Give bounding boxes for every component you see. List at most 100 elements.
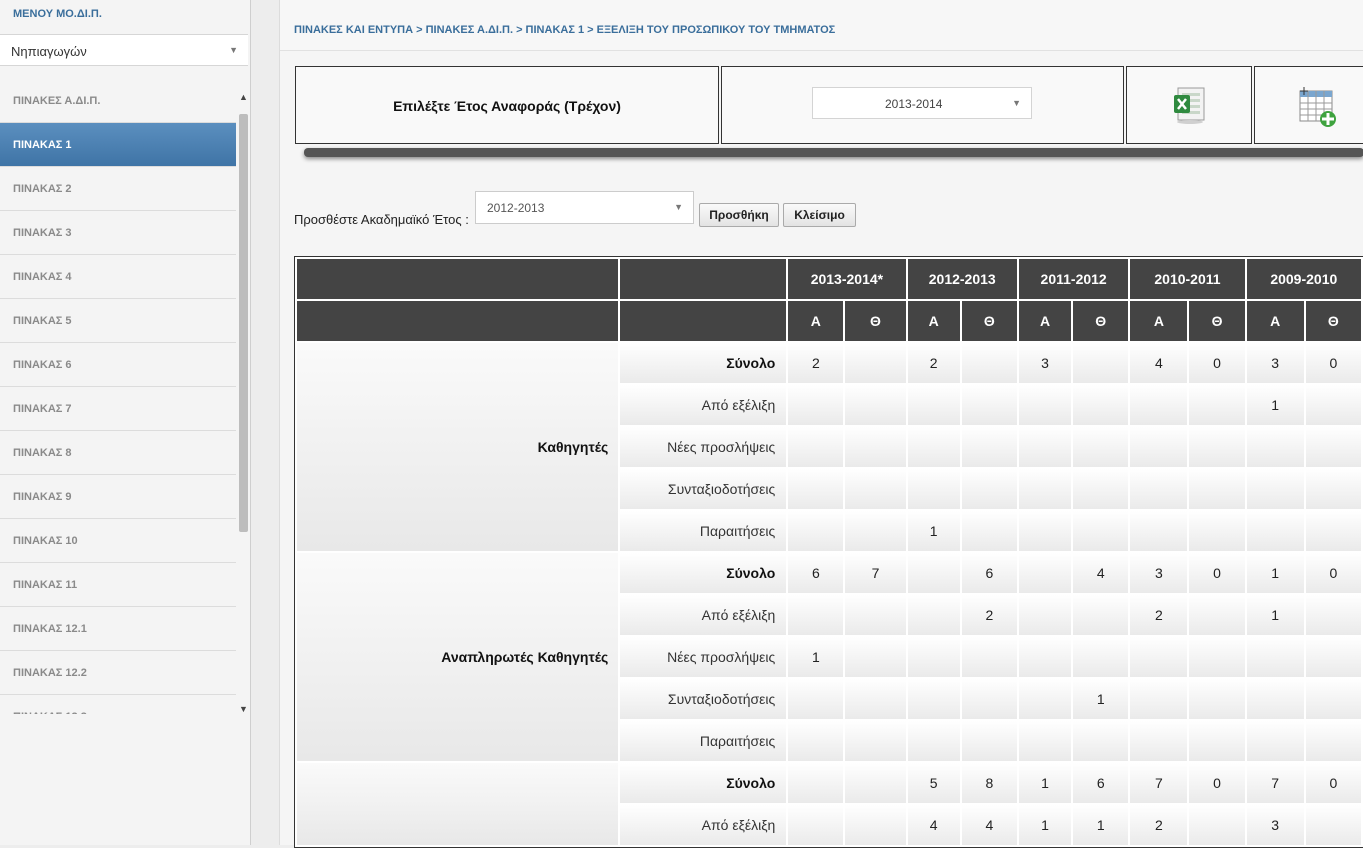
value-cell[interactable]: 1 <box>788 637 844 677</box>
value-cell[interactable]: 4 <box>907 805 960 845</box>
value-cell[interactable] <box>1189 595 1245 635</box>
value-cell[interactable] <box>1018 469 1072 509</box>
value-cell[interactable]: 1 <box>1073 805 1129 845</box>
value-cell[interactable]: 1 <box>1018 763 1072 803</box>
value-cell[interactable] <box>961 427 1017 467</box>
value-cell[interactable] <box>1018 595 1072 635</box>
value-cell[interactable] <box>1246 679 1304 719</box>
value-cell[interactable]: 2 <box>1130 595 1188 635</box>
value-cell[interactable] <box>1130 427 1188 467</box>
value-cell[interactable]: 7 <box>1246 763 1304 803</box>
value-cell[interactable] <box>1073 427 1129 467</box>
add-table-icon[interactable] <box>1298 87 1340 129</box>
value-cell[interactable]: 3 <box>1130 553 1188 593</box>
sidebar-item[interactable]: ΠΙΝΑΚΑΣ 7 <box>0 387 236 431</box>
value-cell[interactable] <box>1130 637 1188 677</box>
value-cell[interactable]: 0 <box>1305 763 1361 803</box>
value-cell[interactable] <box>788 385 844 425</box>
value-cell[interactable] <box>961 679 1017 719</box>
value-cell[interactable]: 3 <box>1246 805 1304 845</box>
value-cell[interactable]: 2 <box>907 343 960 383</box>
reference-year-select[interactable]: 2013-2014 ▼ <box>812 87 1032 119</box>
value-cell[interactable]: 0 <box>1189 343 1245 383</box>
value-cell[interactable] <box>907 637 960 677</box>
value-cell[interactable] <box>907 553 960 593</box>
excel-export-icon[interactable] <box>1172 85 1208 125</box>
value-cell[interactable] <box>1018 511 1072 551</box>
close-button[interactable]: Κλείσιμο <box>783 203 856 227</box>
value-cell[interactable] <box>1305 721 1361 761</box>
sidebar-item[interactable]: ΠΙΝΑΚΑΣ 6 <box>0 343 236 387</box>
value-cell[interactable] <box>1246 511 1304 551</box>
scroll-up-icon[interactable]: ▲ <box>239 92 248 102</box>
value-cell[interactable]: 6 <box>961 553 1017 593</box>
sidebar-scrollbar[interactable]: ▲ ▼ <box>237 92 250 714</box>
value-cell[interactable] <box>845 595 906 635</box>
value-cell[interactable] <box>1305 427 1361 467</box>
value-cell[interactable] <box>1130 469 1188 509</box>
value-cell[interactable] <box>1073 595 1129 635</box>
value-cell[interactable] <box>845 721 906 761</box>
value-cell[interactable] <box>1073 511 1129 551</box>
value-cell[interactable] <box>1130 679 1188 719</box>
value-cell[interactable] <box>788 721 844 761</box>
value-cell[interactable]: 3 <box>1018 343 1072 383</box>
value-cell[interactable] <box>788 805 844 845</box>
value-cell[interactable]: 2 <box>1130 805 1188 845</box>
sidebar-item[interactable]: ΠΙΝΑΚΑΣ 9 <box>0 475 236 519</box>
value-cell[interactable]: 2 <box>961 595 1017 635</box>
value-cell[interactable]: 7 <box>845 553 906 593</box>
value-cell[interactable] <box>845 385 906 425</box>
value-cell[interactable]: 0 <box>1189 553 1245 593</box>
value-cell[interactable] <box>845 469 906 509</box>
value-cell[interactable] <box>1189 637 1245 677</box>
value-cell[interactable] <box>1130 385 1188 425</box>
sidebar-item[interactable]: ΠΙΝΑΚΑΣ 8 <box>0 431 236 475</box>
value-cell[interactable]: 0 <box>1305 343 1361 383</box>
sidebar-item[interactable]: ΠΙΝΑΚΑΣ 12.2 <box>0 651 236 695</box>
value-cell[interactable] <box>1305 511 1361 551</box>
sidebar-item[interactable]: ΠΙΝΑΚΑΣ 12.1 <box>0 607 236 651</box>
value-cell[interactable] <box>1305 385 1361 425</box>
sidebar-item[interactable]: ΠΙΝΑΚΑΣ 2 <box>0 167 236 211</box>
value-cell[interactable] <box>961 385 1017 425</box>
level-select[interactable]: Νηπιαγωγών ▼ <box>0 34 248 66</box>
value-cell[interactable]: 1 <box>1246 595 1304 635</box>
value-cell[interactable] <box>1130 511 1188 551</box>
value-cell[interactable] <box>961 637 1017 677</box>
value-cell[interactable]: 1 <box>1246 553 1304 593</box>
value-cell[interactable] <box>1018 679 1072 719</box>
value-cell[interactable] <box>907 469 960 509</box>
value-cell[interactable] <box>845 427 906 467</box>
value-cell[interactable]: 6 <box>1073 763 1129 803</box>
value-cell[interactable] <box>961 343 1017 383</box>
value-cell[interactable] <box>1073 385 1129 425</box>
value-cell[interactable]: 1 <box>1073 679 1129 719</box>
value-cell[interactable] <box>1305 595 1361 635</box>
value-cell[interactable] <box>1073 721 1129 761</box>
value-cell[interactable]: 7 <box>1130 763 1188 803</box>
sidebar-item[interactable]: ΠΙΝΑΚΕΣ Α.ΔΙ.Π. <box>0 79 236 123</box>
value-cell[interactable] <box>1305 679 1361 719</box>
value-cell[interactable]: 1 <box>1018 805 1072 845</box>
value-cell[interactable] <box>845 343 906 383</box>
value-cell[interactable] <box>788 679 844 719</box>
value-cell[interactable]: 1 <box>1246 385 1304 425</box>
value-cell[interactable] <box>907 595 960 635</box>
value-cell[interactable] <box>1189 721 1245 761</box>
value-cell[interactable] <box>907 679 960 719</box>
value-cell[interactable] <box>1189 385 1245 425</box>
value-cell[interactable] <box>1189 679 1245 719</box>
sidebar-item[interactable]: ΠΙΝΑΚΑΣ 10 <box>0 519 236 563</box>
value-cell[interactable] <box>1018 427 1072 467</box>
value-cell[interactable] <box>1246 427 1304 467</box>
value-cell[interactable]: 2 <box>788 343 844 383</box>
value-cell[interactable] <box>788 427 844 467</box>
value-cell[interactable] <box>1018 553 1072 593</box>
sidebar-item[interactable]: ΠΙΝΑΚΑΣ 11 <box>0 563 236 607</box>
breadcrumb[interactable]: ΠΙΝΑΚΕΣ ΚΑΙ ΕΝΤΥΠΑ > ΠΙΝΑΚΕΣ Α.ΔΙ.Π. > Π… <box>294 24 835 36</box>
value-cell[interactable] <box>961 511 1017 551</box>
value-cell[interactable] <box>1305 805 1361 845</box>
sidebar-item[interactable]: ΠΙΝΑΚΑΣ 3 <box>0 211 236 255</box>
value-cell[interactable] <box>1130 721 1188 761</box>
